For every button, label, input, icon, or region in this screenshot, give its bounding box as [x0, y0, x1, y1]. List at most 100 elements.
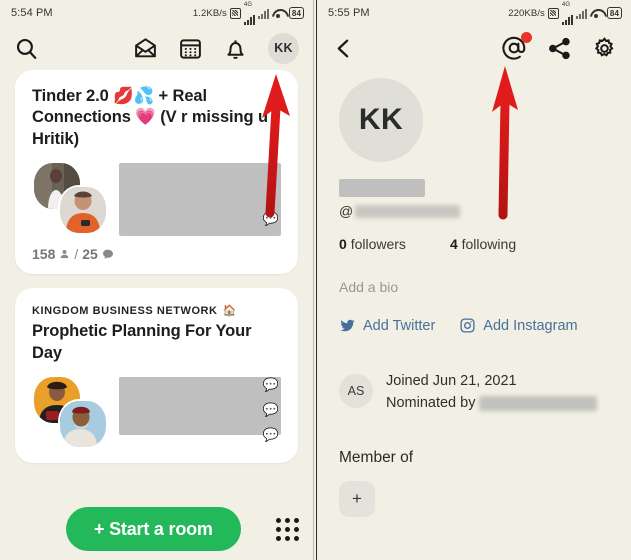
- status-indicators: 220KB/s 4G 84: [508, 2, 622, 25]
- status-time: 5:55 PM: [328, 7, 370, 19]
- status-bar-left: 5:54 PM 1.2KB/s 4G 84: [0, 0, 313, 26]
- mentions-badge: [521, 32, 532, 43]
- speaker-avatar-2: [58, 399, 108, 450]
- redacted-names: [119, 377, 281, 436]
- room-stats: 158 / 25: [32, 246, 281, 262]
- profile-section: KK @ 0 followers 4 following Add a bio A…: [317, 70, 631, 517]
- search-icon[interactable]: [14, 36, 39, 61]
- add-twitter-label: Add Twitter: [363, 317, 436, 334]
- add-club-button[interactable]: +: [339, 480, 375, 517]
- nominator-initials: AS: [347, 384, 365, 398]
- profile-avatar-initials: KK: [358, 103, 404, 136]
- room-card[interactable]: KINGDOM BUSINESS NETWORK 🏠 Prophetic Pla…: [15, 288, 298, 464]
- following-stat[interactable]: 4 following: [450, 236, 516, 252]
- add-twitter-link[interactable]: Add Twitter: [339, 317, 435, 334]
- header-actions: KK: [133, 32, 299, 64]
- battery-indicator: 84: [606, 7, 622, 19]
- joined-info: AS Joined Jun 21, 2021 Nominated by: [339, 370, 609, 415]
- bell-icon[interactable]: [223, 36, 248, 61]
- instagram-icon: [460, 318, 475, 333]
- joined-text-block: Joined Jun 21, 2021 Nominated by: [386, 370, 598, 415]
- status-bar-right: 5:55 PM 220KB/s 4G 84: [317, 0, 631, 26]
- club-label: KINGDOM BUSINESS NETWORK: [32, 304, 218, 317]
- followers-count: 0: [339, 236, 347, 252]
- nominated-by-line: Nominated by: [386, 392, 598, 414]
- grid-apps-icon[interactable]: [276, 517, 299, 541]
- profile-avatar[interactable]: KK: [339, 78, 423, 162]
- joined-date: Joined Jun 21, 2021: [386, 373, 517, 389]
- wifi-icon: [590, 8, 604, 19]
- handle-prefix: @: [339, 203, 354, 219]
- network-type-label: 4G: [243, 1, 253, 8]
- sim-icon: [229, 7, 241, 19]
- handle-redacted: [355, 204, 461, 218]
- speech-bubble-icon: 💬: [262, 402, 279, 418]
- status-indicators: 1.2KB/s 4G 84: [193, 2, 304, 25]
- stats-separator: /: [74, 246, 79, 263]
- house-icon: 🏠: [222, 305, 237, 318]
- room-title: Prophetic Planning For Your Day: [32, 322, 252, 362]
- nominator-name-redacted: [479, 396, 598, 412]
- followers-label: followers: [350, 236, 406, 252]
- avatar-initials: KK: [274, 41, 293, 55]
- chat-bubble-icon: [102, 249, 113, 260]
- avatar[interactable]: KK: [268, 32, 299, 64]
- bottom-bar: + Start a room: [0, 498, 313, 560]
- network-type-label: 4G: [561, 1, 571, 8]
- profile-handle: @: [339, 203, 609, 219]
- nominator-avatar[interactable]: AS: [339, 374, 373, 408]
- following-count: 4: [449, 236, 458, 252]
- dual-screenshot: 5:54 PM 1.2KB/s 4G 84 KK Tinder 2.0 💋💦 +…: [0, 0, 631, 560]
- start-room-button[interactable]: + Start a room: [66, 507, 241, 551]
- status-time: 5:54 PM: [11, 7, 53, 19]
- speaker-avatar-2: [58, 185, 108, 236]
- messages-count: 25: [82, 246, 98, 263]
- speaker-names: 💬 💬 💬: [119, 375, 281, 451]
- twitter-bird-icon: [340, 319, 355, 332]
- speaker-avatars: [32, 375, 110, 450]
- envelope-icon[interactable]: [133, 36, 158, 61]
- room-card[interactable]: Tinder 2.0 💋💦 + Real Connections 💗 (V r …: [15, 70, 298, 275]
- battery-indicator: 84: [288, 7, 304, 19]
- signal-bars-1-icon: [561, 14, 573, 25]
- calendar-icon[interactable]: [178, 36, 203, 61]
- room-card-body: 💬 💬 💬: [32, 375, 281, 451]
- following-label: following: [461, 236, 517, 252]
- profile-counts: 0 followers 4 following: [339, 236, 609, 252]
- sim-icon: [547, 7, 559, 19]
- app-header-right: [317, 26, 631, 70]
- signal-bars-2-icon: [575, 8, 587, 19]
- signal-bars-1-icon: [243, 14, 255, 25]
- header-actions: [501, 32, 617, 61]
- chevron-left-icon[interactable]: [331, 36, 356, 61]
- left-screen: 5:54 PM 1.2KB/s 4G 84 KK Tinder 2.0 💋💦 +…: [0, 0, 313, 560]
- person-icon: [61, 250, 69, 259]
- wifi-icon: [272, 8, 286, 19]
- at-sign-icon[interactable]: [501, 32, 532, 61]
- profile-name-redacted: [339, 179, 425, 197]
- network-speed: 220KB/s: [508, 7, 545, 19]
- speech-bubble-icon: 💬: [262, 211, 279, 227]
- room-title: Tinder 2.0 💋💦 + Real Connections 💗 (V r …: [32, 87, 268, 148]
- redacted-names: [119, 163, 281, 237]
- followers-stat[interactable]: 0 followers: [339, 236, 406, 252]
- right-screen: 5:55 PM 220KB/s 4G 84 KK @ 0 followers 4…: [317, 0, 631, 560]
- app-header-left: KK: [0, 26, 313, 70]
- nominated-by-label: Nominated by: [386, 395, 476, 412]
- speaker-names: 💬: [119, 161, 281, 237]
- signal-bars-2-icon: [257, 8, 269, 19]
- add-bio-link[interactable]: Add a bio: [339, 279, 609, 295]
- speech-bubble-icon: 💬: [262, 377, 279, 393]
- share-icon[interactable]: [547, 36, 572, 61]
- room-card-body: 💬: [32, 161, 281, 237]
- gear-icon[interactable]: [592, 36, 617, 61]
- feed-list[interactable]: Tinder 2.0 💋💦 + Real Connections 💗 (V r …: [0, 70, 313, 464]
- social-links: Add Twitter Add Instagram: [339, 317, 609, 334]
- club-name: KINGDOM BUSINESS NETWORK 🏠: [32, 304, 281, 318]
- add-instagram-link[interactable]: Add Instagram: [459, 317, 578, 334]
- member-of-heading: Member of: [339, 448, 414, 466]
- speech-bubble-icon: 💬: [262, 427, 279, 443]
- add-instagram-label: Add Instagram: [483, 317, 578, 334]
- speakers-count: 158: [32, 246, 56, 263]
- network-speed: 1.2KB/s: [192, 7, 227, 19]
